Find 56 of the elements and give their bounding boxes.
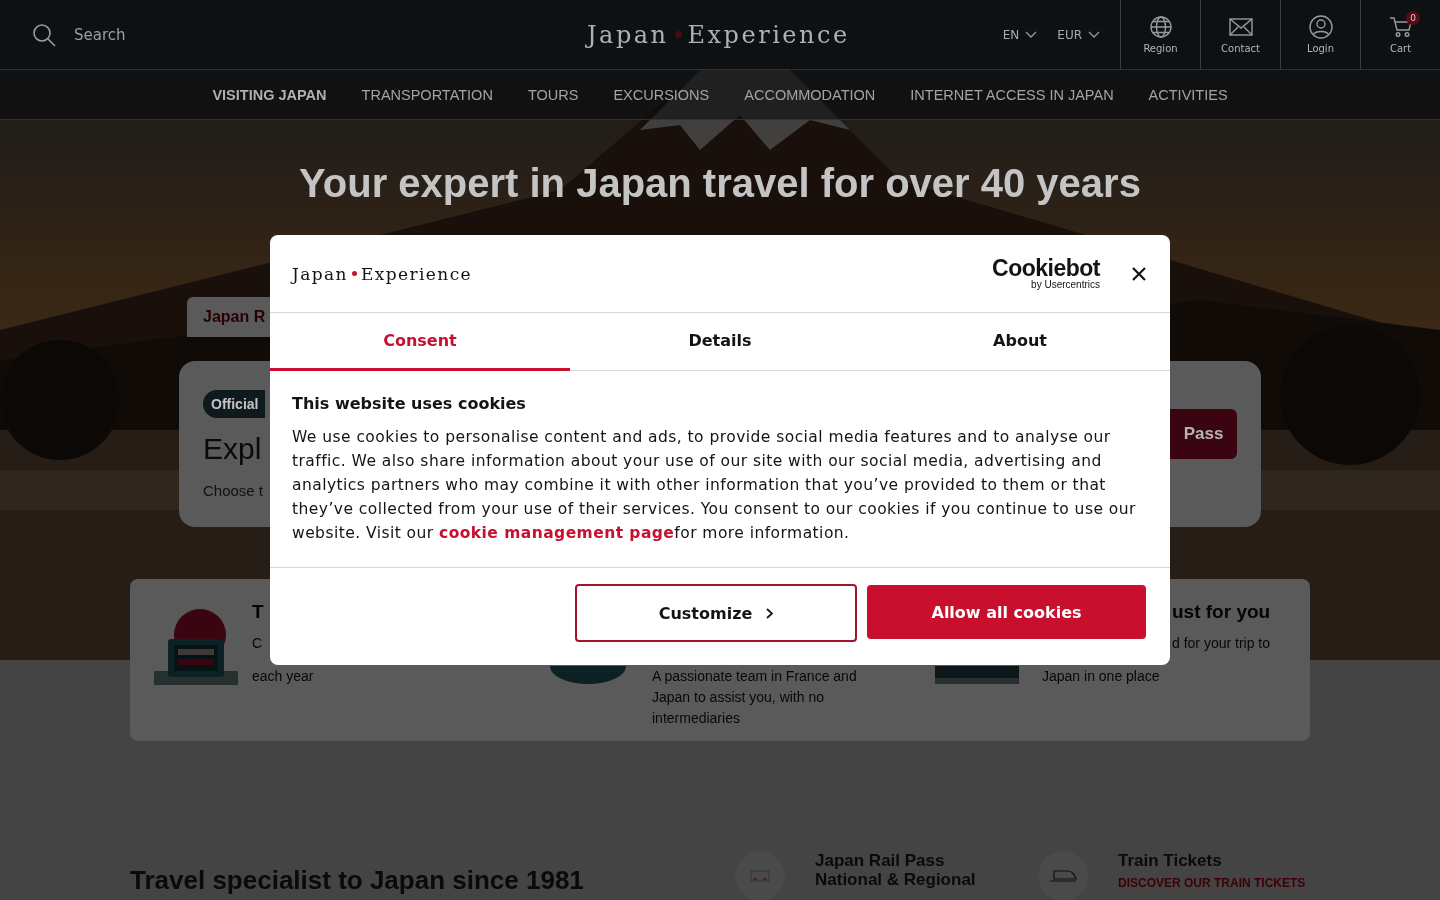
dropdown[interactable]: EN (1002, 27, 1038, 42)
envelope-icon (1228, 15, 1253, 39)
logo: Japan Experience (292, 263, 473, 284)
train-icon (1038, 851, 1088, 900)
search-icon (32, 22, 56, 47)
brand-logo: Cookiebot by Usercentrics (992, 257, 1100, 290)
dropdown[interactable]: EUR (1057, 27, 1100, 42)
hero-heading: Your expert in Japan travel for over 40 years (298, 160, 1142, 206)
tab[interactable]: Consent (270, 313, 570, 371)
user-icon (1308, 15, 1333, 39)
globe-icon (1148, 15, 1173, 39)
policy-link[interactable]: cookie management page (439, 524, 675, 542)
feature-text: each year (252, 667, 314, 686)
feature-title: ust for you (1172, 601, 1271, 623)
nav-link[interactable]: ACTIVITIES (1148, 86, 1228, 103)
feature-text: A passionate team in France and (652, 667, 857, 686)
badge: Official (203, 389, 266, 418)
logo: Japan Experience (587, 20, 850, 49)
close-button[interactable] (1130, 264, 1148, 283)
rail-pass-icon (735, 851, 785, 900)
card-heading: Expl (203, 431, 262, 466)
feature-text: intermediaries (652, 709, 741, 728)
cart-icon (1388, 15, 1413, 39)
chevron-down-icon (1025, 31, 1038, 38)
close-icon (1132, 266, 1146, 281)
product-title: Japan Rail Pass (815, 851, 946, 870)
chevron-down-icon (1088, 31, 1100, 38)
tab[interactable]: About (870, 313, 1170, 371)
header-action[interactable]: Contact (1200, 0, 1280, 69)
nav-link[interactable]: ACCOMMODATION (744, 86, 876, 103)
header-action[interactable]: Login (1280, 0, 1360, 69)
nav-link[interactable]: INTERNET ACCESS IN JAPAN (910, 86, 1114, 103)
product-title: Train Tickets (1118, 851, 1223, 870)
header-action[interactable]: Cart 0 (1360, 0, 1440, 69)
feature-title: T (252, 601, 265, 623)
count-badge: 0 (1406, 11, 1420, 25)
nav-link[interactable]: TOURS (527, 86, 579, 103)
search-field[interactable]: Search (74, 25, 194, 44)
nav-link[interactable]: VISITING JAPAN (212, 86, 327, 103)
header-action[interactable]: Region (1120, 0, 1200, 69)
feature-text: d for your trip to (1172, 634, 1271, 653)
tab[interactable]: Details (570, 313, 870, 371)
customize-button[interactable]: Customize (575, 584, 857, 642)
feature-text: Japan in one place (1042, 667, 1161, 686)
nav-link[interactable]: TRANSPORTATION (361, 86, 493, 103)
dialog-text: We use cookies to personalise content and ads, to provide social media features and to analyse our traffic. We also share information about your use of our site with our social media, advertising and analytics partners who may combine it with other information that you’ve provided to them or that they’ve collected from your use of their services. You consent to our cookies if you continue to use our website. Visit our cookie management pagefor more information. (292, 427, 1137, 544)
feature-text: C (252, 634, 264, 653)
pass-button[interactable]: Pass (1170, 409, 1237, 459)
allow-button[interactable]: Allow all cookies (867, 585, 1146, 639)
dialog-title: This website uses cookies (292, 394, 527, 413)
card-text: Choose t (203, 481, 264, 499)
nav-link[interactable]: EXCURSIONS (613, 86, 710, 103)
product-title: National & Regional (815, 870, 976, 889)
feature-text: Japan to assist you, with no (652, 688, 825, 707)
chevron-right-icon (766, 607, 774, 619)
section-heading: Travel specialist to Japan since 1981 (130, 864, 585, 896)
